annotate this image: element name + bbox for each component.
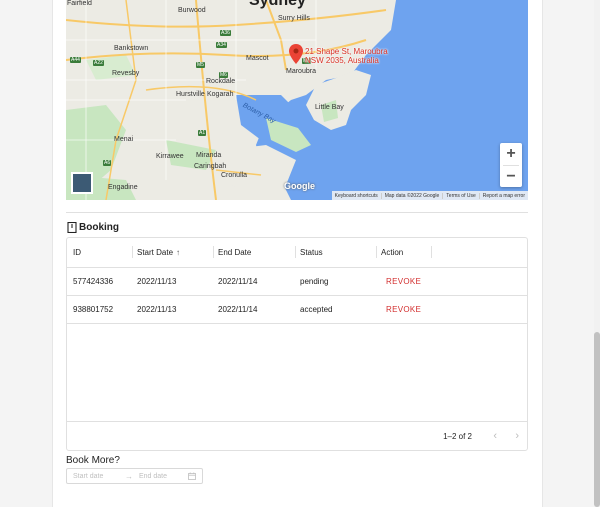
suburb-label: Cronulla <box>221 172 248 179</box>
zoom-in-button[interactable]: + <box>500 143 522 165</box>
map-data-text: Map data ©2022 Google <box>380 192 443 199</box>
pagination-info: 1–2 of 2 <box>443 431 472 441</box>
date-range-picker[interactable]: Start date → End date <box>66 468 203 484</box>
google-logo: Google <box>284 181 315 191</box>
suburb-label: Hurstville <box>176 91 205 98</box>
cell-status: accepted <box>300 304 333 314</box>
suburb-label: Menai <box>114 136 134 143</box>
column-header-end-date[interactable]: End Date <box>218 238 251 267</box>
arrow-right-icon: → <box>125 471 133 481</box>
zoom-control: + − <box>500 143 522 187</box>
arrow-up-icon[interactable]: ↑ <box>176 248 180 257</box>
booking-heading: Booking <box>67 222 119 233</box>
highway-badge: M6 <box>219 72 228 78</box>
column-separator[interactable] <box>376 246 377 258</box>
suburb-label: Revesby <box>112 70 140 77</box>
table-row[interactable]: 577424336 2022/11/13 2022/11/14 pending … <box>67 267 527 296</box>
suburb-label: Surry Hills <box>278 15 310 22</box>
column-header-start-date[interactable]: Start Date ↑ <box>137 238 180 267</box>
column-separator[interactable] <box>431 246 432 258</box>
column-header-start-date-label: Start Date <box>137 248 174 257</box>
keyboard-shortcuts-link[interactable]: Keyboard shortcuts <box>332 193 381 199</box>
suburb-label: Burwood <box>178 7 206 14</box>
marker-address: 21 Shape St, Maroubra NSW 2035, Australi… <box>305 47 388 65</box>
suburb-label: Engadine <box>108 184 138 191</box>
cell-start-date: 2022/11/13 <box>137 304 177 314</box>
highway-badge: A44 <box>70 57 81 63</box>
booking-table: ID Start Date ↑ End Date Status Action 5… <box>66 237 528 451</box>
suburb-label: Maroubra <box>286 68 316 75</box>
suburb-label: Kirrawee <box>156 153 184 160</box>
book-more-label: Book More? <box>66 455 120 466</box>
report-error-link[interactable]: Report a map error <box>478 192 528 199</box>
column-separator[interactable] <box>295 246 296 258</box>
city-label: Sydney <box>249 0 306 9</box>
cell-end-date: 2022/11/14 <box>218 276 258 286</box>
suburb-label: Little Bay <box>315 104 344 111</box>
cell-id: 577424336 <box>73 276 114 286</box>
booking-title: Booking <box>79 222 119 233</box>
end-date-input[interactable]: End date <box>139 473 167 480</box>
suburb-label: Miranda <box>196 152 222 159</box>
suburb-label: Kogarah <box>207 91 234 98</box>
highway-badge: A34 <box>216 42 227 48</box>
start-date-input[interactable]: Start date <box>73 473 103 480</box>
suburb-label: Caringbah <box>194 163 227 170</box>
revoke-button[interactable]: REVOKE <box>386 305 421 314</box>
highway-badge: M5 <box>196 62 205 68</box>
highway-badge: A22 <box>93 60 104 66</box>
scrollbar-thumb[interactable] <box>594 332 600 507</box>
column-header-id[interactable]: ID <box>73 238 81 267</box>
cell-start-date: 2022/11/13 <box>137 276 177 286</box>
highway-badge: A6 <box>103 160 112 166</box>
suburb-label: Fairfield <box>67 0 92 7</box>
suburb-label: Rockdale <box>206 78 236 85</box>
main-card: Sydney Fairfield Burwood Surry Hills Ban… <box>52 0 543 507</box>
suburb-label: Mascot <box>246 55 269 62</box>
column-separator[interactable] <box>132 246 133 258</box>
map-background <box>66 0 396 200</box>
chevron-right-icon[interactable]: › <box>515 422 519 450</box>
calendar-icon <box>188 472 196 480</box>
column-separator[interactable] <box>213 246 214 258</box>
map-footer: Keyboard shortcuts Map data ©2022 Google… <box>331 191 528 200</box>
book-icon <box>67 222 77 233</box>
map[interactable]: Sydney Fairfield Burwood Surry Hills Ban… <box>66 0 528 200</box>
zoom-out-button[interactable]: − <box>500 166 522 188</box>
cell-end-date: 2022/11/14 <box>218 304 258 314</box>
cell-id: 938801752 <box>73 304 114 314</box>
cell-action: REVOKE <box>386 295 421 323</box>
revoke-button[interactable]: REVOKE <box>386 277 421 286</box>
highway-badge: A36 <box>220 30 231 36</box>
table-row[interactable]: 938801752 2022/11/13 2022/11/14 accepted… <box>67 295 527 324</box>
map-pin-icon[interactable] <box>289 44 303 64</box>
cell-status: pending <box>300 276 329 286</box>
divider <box>66 212 528 213</box>
table-footer: 1–2 of 2 ‹ › <box>67 421 527 450</box>
satellite-toggle[interactable] <box>71 172 93 194</box>
column-header-status[interactable]: Status <box>300 238 323 267</box>
highway-badge: A1 <box>198 130 207 136</box>
terms-link[interactable]: Terms of Use <box>442 192 478 199</box>
table-header: ID Start Date ↑ End Date Status Action <box>67 238 527 268</box>
suburb-label: Bankstown <box>114 45 149 52</box>
column-header-action[interactable]: Action <box>381 238 403 267</box>
chevron-left-icon[interactable]: ‹ <box>493 422 497 450</box>
cell-action: REVOKE <box>386 267 421 295</box>
